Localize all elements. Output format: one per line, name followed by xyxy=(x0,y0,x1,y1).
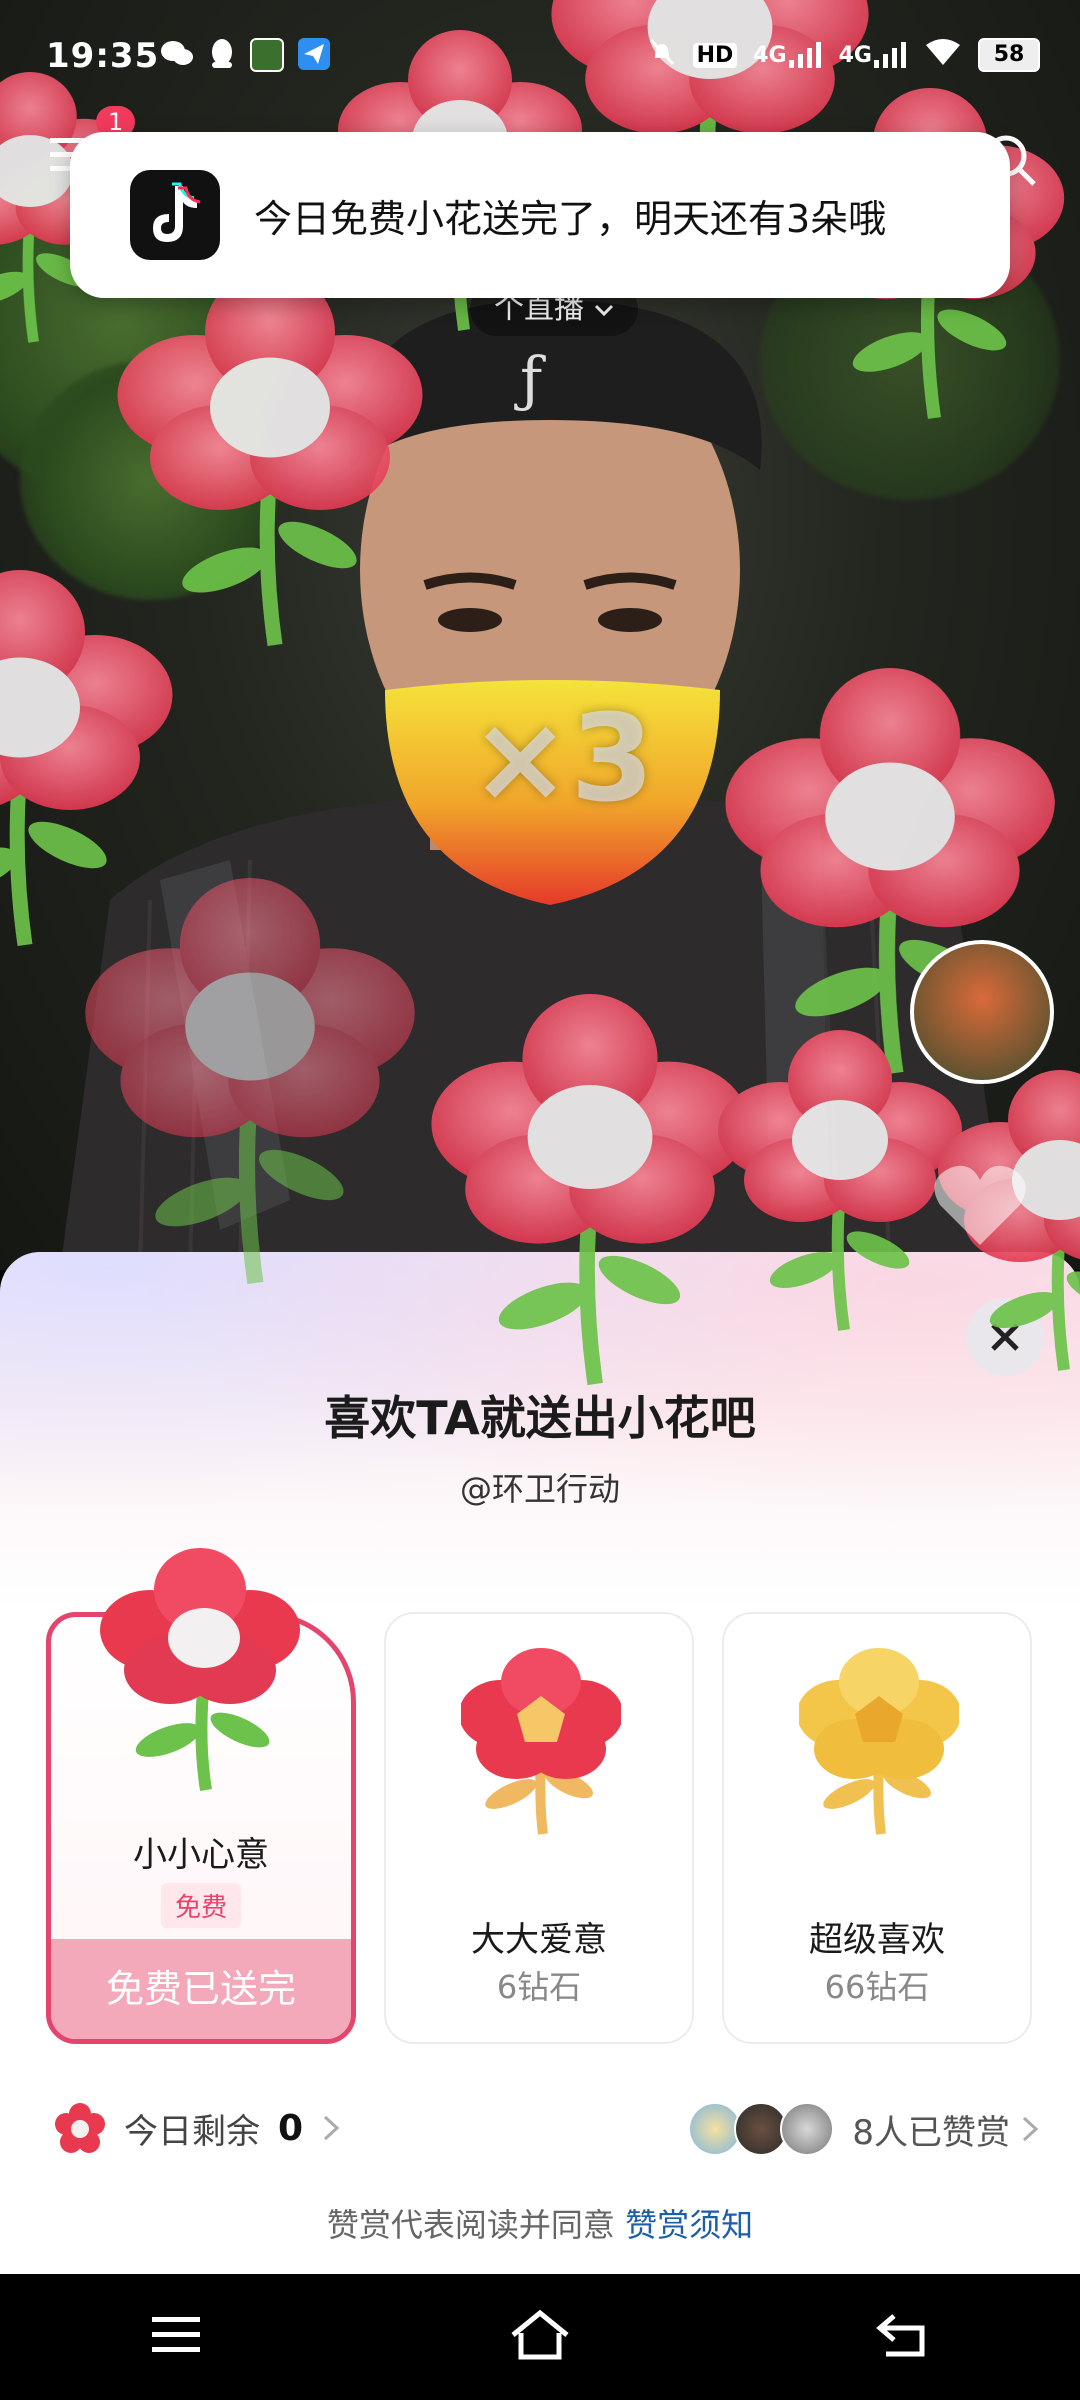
close-button[interactable] xyxy=(966,1298,1044,1376)
app-icon xyxy=(250,38,284,72)
toast-notification: 今日免费小花送完了，明天还有3朵哦 xyxy=(70,132,1010,298)
wechat-icon xyxy=(160,38,194,79)
remain-label: 今日剩余 xyxy=(124,2111,260,2152)
signal-4g-1: 4G xyxy=(753,42,822,68)
menu-nav-icon[interactable] xyxy=(152,2315,204,2359)
panel-title: 喜欢TA就送出小花吧 xyxy=(324,1391,756,1445)
gift-name: 小小心意 xyxy=(133,1835,269,1875)
gift-name: 超级喜欢 xyxy=(809,1920,945,1960)
close-icon xyxy=(991,1323,1019,1351)
terms-link[interactable]: 赞赏须知 xyxy=(625,2206,753,2244)
qq-icon xyxy=(208,38,236,79)
status-bar: 19:35 HD 4G 4G 58 xyxy=(0,0,1080,96)
chevron-right-icon xyxy=(324,2115,340,2141)
signal-4g-2: 4G xyxy=(839,42,908,68)
back-icon[interactable] xyxy=(875,2312,928,2362)
remain-count: 0 xyxy=(278,2107,304,2149)
chevron-right-icon xyxy=(1022,2116,1039,2142)
mute-icon xyxy=(647,36,677,74)
red-gem-flower-icon xyxy=(461,1648,621,1835)
hd-label: HD xyxy=(692,42,738,68)
agreement-prefix: 赞赏代表阅读并同意 xyxy=(326,2206,615,2244)
free-tag: 免费 xyxy=(160,1883,242,1928)
agreement-text: 赞赏代表阅读并同意 赞赏须知 xyxy=(0,2200,1080,2246)
heart-icon[interactable] xyxy=(930,1160,1030,1254)
supporters-link[interactable]: 8人已赞赏 xyxy=(688,2102,1040,2156)
notification-icons xyxy=(160,38,330,79)
gift-name: 大大爱意 xyxy=(471,1920,607,1960)
system-icons: HD 4G 4G 58 xyxy=(647,36,1040,74)
gift-multiplier: ×3 xyxy=(470,690,655,829)
author-avatar[interactable] xyxy=(910,940,1054,1084)
gift-price: 66钻石 xyxy=(824,1968,930,2006)
avatar xyxy=(780,2102,835,2156)
panel-footer: 今日剩余 0 8人已赞赏 xyxy=(0,2102,1080,2182)
gold-gem-flower-icon xyxy=(799,1648,959,1835)
clock: 19:35 xyxy=(46,36,160,76)
system-navigation-bar xyxy=(0,2274,1080,2400)
flower-icon xyxy=(55,2103,105,2153)
remaining-count[interactable]: 今日剩余 0 xyxy=(54,2102,341,2154)
gift-sent-button[interactable]: 免费已送完 xyxy=(51,1939,351,2039)
send-icon xyxy=(298,38,330,79)
creator-handle[interactable]: @环卫行动 xyxy=(0,1464,1080,1510)
toast-message: 今日免费小花送完了，明天还有3朵哦 xyxy=(254,196,887,241)
home-icon[interactable] xyxy=(509,2309,571,2365)
gift-price: 6钻石 xyxy=(496,1968,582,2006)
wifi-icon xyxy=(924,37,962,73)
small-flower-icon xyxy=(100,1548,300,1791)
battery-indicator: 58 xyxy=(978,38,1040,72)
supporters-label: 8人已赞赏 xyxy=(852,2112,1010,2153)
douyin-logo-icon xyxy=(130,170,220,260)
